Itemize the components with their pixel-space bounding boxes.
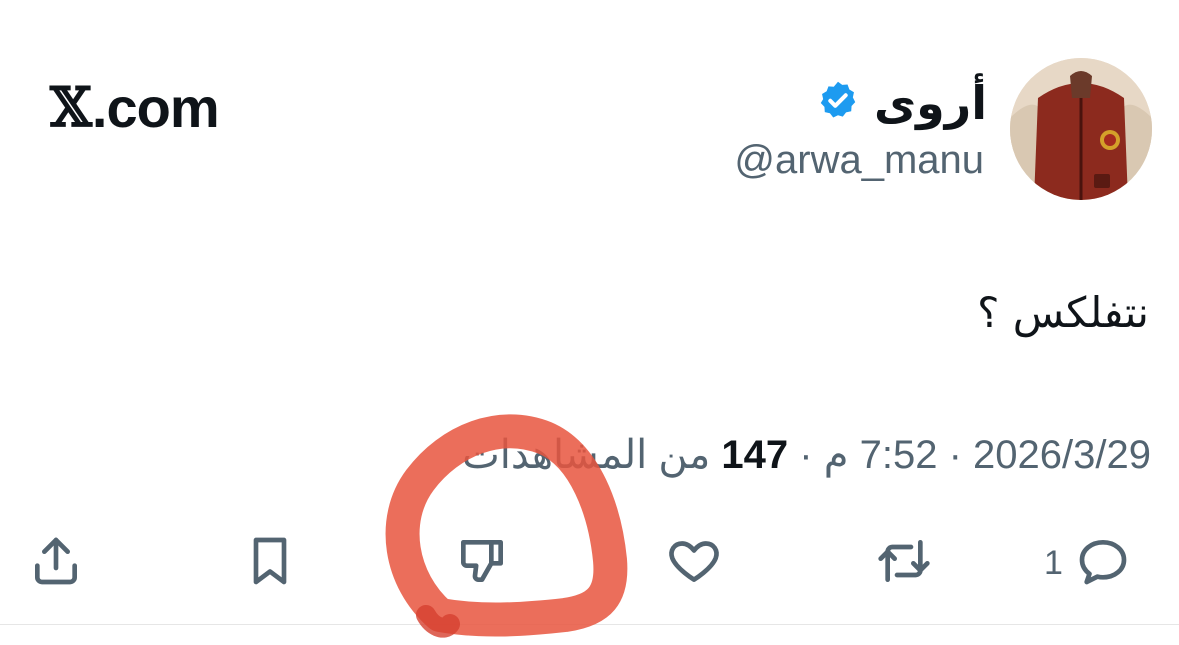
- share-icon: [28, 533, 84, 593]
- views-count[interactable]: 147: [721, 433, 788, 478]
- repost-icon: [876, 533, 932, 593]
- author-handle[interactable]: @arwa_manu: [734, 138, 984, 183]
- reply-bubble-icon: [1075, 533, 1131, 593]
- reply-button[interactable]: 1: [1044, 528, 1131, 598]
- red-circle-annotation: [385, 414, 628, 638]
- author-display-name[interactable]: أروى: [874, 76, 987, 130]
- meta-separator: ·: [948, 433, 962, 477]
- repost-button[interactable]: [876, 528, 932, 598]
- tweet-time[interactable]: 7:52 م: [824, 432, 938, 478]
- tweet-text: نتفلكس ؟: [977, 288, 1149, 337]
- like-button[interactable]: [666, 528, 722, 598]
- author-name-row: أروى: [816, 72, 987, 134]
- verified-badge-icon: [816, 79, 860, 127]
- x-logo-mark: 𝕏: [50, 75, 92, 139]
- meta-separator: ·: [799, 433, 813, 477]
- bookmark-button[interactable]: [242, 528, 298, 598]
- reply-count: 1: [1044, 543, 1063, 582]
- avatar[interactable]: [1010, 58, 1152, 200]
- tweet-date[interactable]: 2026/3/29: [973, 433, 1151, 478]
- share-button[interactable]: [28, 528, 84, 598]
- brand-domain: .com: [91, 75, 220, 139]
- heart-icon: [666, 533, 722, 593]
- x-com-logo: 𝕏 .com: [50, 72, 220, 142]
- bookmark-icon: [242, 533, 298, 593]
- avatar-image: [1010, 58, 1152, 200]
